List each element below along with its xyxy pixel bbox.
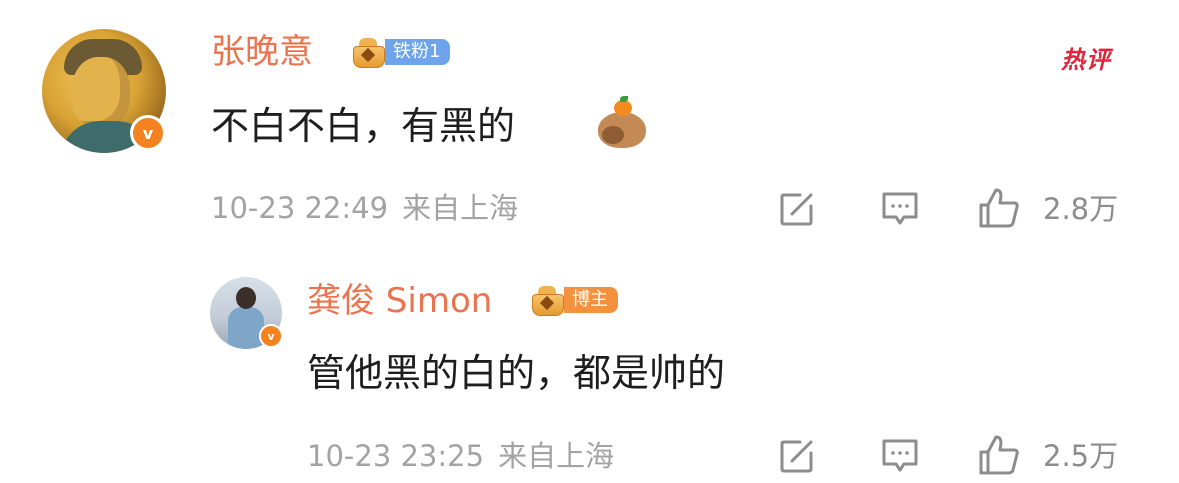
share-edit-icon[interactable] xyxy=(778,437,816,475)
avatar-face xyxy=(72,57,130,127)
avatar-head xyxy=(236,287,256,309)
comment-meta: 10-23 23:25 来自上海 xyxy=(307,439,614,473)
blogger-badge-label: 博主 xyxy=(564,287,618,313)
avatar-body xyxy=(228,307,264,349)
verified-icon: v xyxy=(130,115,166,151)
comment-bubble-icon[interactable] xyxy=(880,437,920,475)
comment-time: 10-23 23:25 xyxy=(307,439,485,473)
fan-badge-label: 铁粉1 xyxy=(385,39,451,65)
comment-text: 管他黑的白的，都是帅的 xyxy=(307,351,726,395)
thumbs-up-icon[interactable] xyxy=(977,186,1021,230)
comment-location: 来自上海 xyxy=(402,191,519,225)
comment-username[interactable]: 张晚意 xyxy=(211,32,313,72)
fan-badge[interactable]: 铁粉1 xyxy=(347,36,451,68)
share-edit-icon[interactable] xyxy=(778,190,816,228)
like-count: 2.8万 xyxy=(1043,192,1119,226)
comment-meta: 10-23 22:49 来自上海 xyxy=(211,191,518,225)
thumbs-up-icon[interactable] xyxy=(977,433,1021,477)
verified-icon: v xyxy=(259,324,283,348)
blogger-badge[interactable]: 博主 xyxy=(526,284,618,316)
comment-text: 不白不白，有黑的 xyxy=(211,104,516,148)
comment-time: 10-23 22:49 xyxy=(211,191,389,225)
comment-username[interactable]: 龚俊 Simon xyxy=(307,281,492,321)
comment-bubble-icon[interactable] xyxy=(880,190,920,228)
like-count: 2.5万 xyxy=(1043,439,1119,473)
capybara-sticker-icon xyxy=(596,96,648,152)
crown-icon xyxy=(526,284,568,316)
comment-location: 来自上海 xyxy=(498,439,615,473)
crown-icon xyxy=(347,36,389,68)
hot-comment-tag: 热评 xyxy=(1061,46,1111,74)
